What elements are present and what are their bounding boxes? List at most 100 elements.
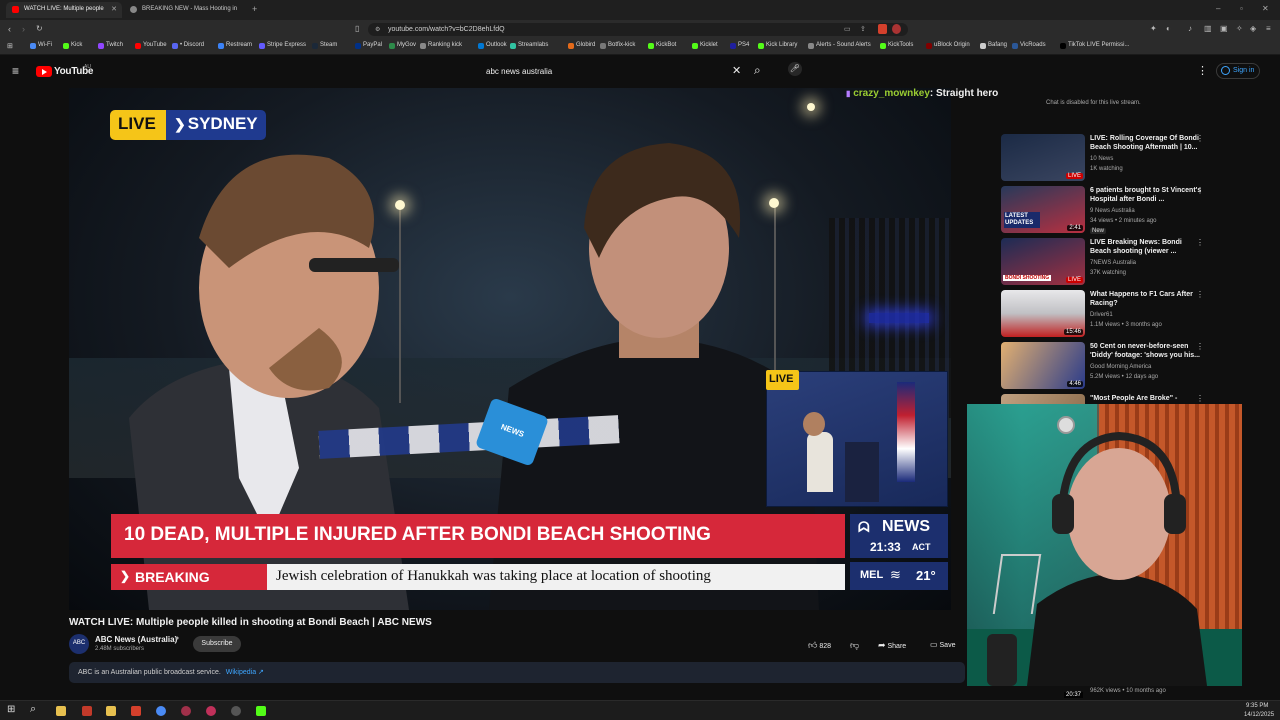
bookmark-item[interactable]: Kick Library: [758, 42, 797, 49]
bookmark-item[interactable]: Twitch: [98, 42, 123, 49]
dislike-button[interactable]: 👎︎: [850, 636, 864, 652]
app-icon[interactable]: [181, 706, 191, 716]
bookmark-item[interactable]: Bafang: [980, 42, 1007, 49]
sign-in-button[interactable]: Sign in: [1216, 63, 1260, 79]
close-tab-icon[interactable]: ✕: [111, 5, 117, 13]
bookmark-item[interactable]: Outlook: [478, 42, 507, 49]
video-title[interactable]: LIVE: Rolling Coverage Of Bondi Beach Sh…: [1090, 134, 1202, 152]
video-title[interactable]: "Most People Are Broke" -: [1090, 394, 1202, 403]
video-thumbnail[interactable]: LIVE: [1001, 134, 1085, 181]
bookmark-item[interactable]: Alerts - Sound Alerts: [808, 42, 871, 49]
obs-icon[interactable]: [231, 706, 241, 716]
voice-search-icon[interactable]: 🎤︎: [788, 62, 802, 76]
chrome-icon[interactable]: [156, 706, 166, 716]
search-icon[interactable]: ⌕: [754, 63, 761, 78]
bookmark-item[interactable]: KickTools: [880, 42, 913, 49]
channel-name[interactable]: Driver61: [1090, 312, 1113, 318]
more-actions-icon[interactable]: ⋮: [1196, 186, 1204, 195]
bookmark-item[interactable]: Wi-Fi: [30, 42, 52, 49]
back-icon[interactable]: ‹: [8, 24, 11, 34]
maximize-icon[interactable]: ▫: [1240, 4, 1243, 13]
hamburger-menu-icon[interactable]: ≡: [12, 64, 19, 78]
save-button[interactable]: ▭ Save: [930, 636, 966, 652]
channel-name[interactable]: Good Morning America: [1090, 364, 1151, 370]
taskbar-time[interactable]: 9:35 PM: [1246, 703, 1268, 709]
bookmark-item[interactable]: YouTube: [135, 42, 167, 49]
app-icon[interactable]: [256, 706, 266, 716]
video-title[interactable]: 50 Cent on never-before-seen 'Diddy' foo…: [1090, 342, 1202, 360]
more-actions-icon[interactable]: ⋮: [1196, 134, 1204, 143]
bookmark-item[interactable]: Kicklet: [692, 42, 718, 49]
more-actions-icon[interactable]: ⋮: [1196, 342, 1204, 351]
bookmark-item[interactable]: MyGov: [389, 42, 416, 49]
minimize-icon[interactable]: –: [1216, 4, 1220, 13]
clear-search-icon[interactable]: ✕: [732, 64, 741, 77]
bookmark-item[interactable]: VicRoads: [1012, 42, 1046, 49]
more-options-icon[interactable]: ⋮: [1197, 64, 1208, 77]
brave-browser-icon[interactable]: [131, 706, 141, 716]
new-tab-icon[interactable]: +: [252, 4, 257, 14]
tab-watch-live[interactable]: WATCH LIVE: Multiple people ✕: [6, 2, 122, 18]
start-icon[interactable]: ⊞: [7, 704, 15, 715]
bookmark-page-icon[interactable]: ▯: [355, 24, 359, 33]
bookmark-item[interactable]: Botfix-kick: [600, 42, 635, 49]
app-icon[interactable]: [82, 706, 92, 716]
tab-breaking-new[interactable]: BREAKING NEW - Mass Hooting in: [124, 2, 244, 18]
cast-icon[interactable]: ▭: [844, 25, 851, 33]
reload-icon[interactable]: ↻: [36, 24, 43, 33]
sidebar-icon[interactable]: ▥: [1204, 24, 1212, 33]
search-taskbar-icon[interactable]: ⌕: [30, 703, 36, 716]
bookmark-item[interactable]: KickBot: [648, 42, 676, 49]
taskbar-date[interactable]: 14/12/2025: [1244, 712, 1274, 718]
channel-avatar[interactable]: ABC: [69, 634, 89, 654]
puzzle-icon[interactable]: ✧: [1236, 24, 1243, 33]
video-title[interactable]: What Happens to F1 Cars After Racing?: [1090, 290, 1202, 308]
bookmark-item[interactable]: PS4: [730, 42, 749, 49]
url-field[interactable]: ⚙ youtube.com/watch?v=bC2D8ehLfdQ ▭ ⇪: [368, 23, 908, 36]
bookmark-item[interactable]: • Discord: [172, 42, 204, 49]
share-icon[interactable]: ⇪: [860, 25, 866, 33]
share-button[interactable]: ➦ Share: [878, 636, 918, 652]
channel-name[interactable]: 10 News: [1090, 156, 1113, 162]
bookmark-item[interactable]: PayPal: [355, 42, 382, 49]
more-actions-icon[interactable]: ⋮: [1196, 238, 1204, 247]
video-thumbnail[interactable]: 4:46: [1001, 342, 1085, 389]
more-actions-icon[interactable]: ⋮: [1196, 394, 1204, 403]
media-icon[interactable]: ♪: [1188, 24, 1192, 33]
bookmark-item[interactable]: Streamlabs: [510, 42, 548, 49]
video-thumbnail[interactable]: LATEST UPDATES 2:41: [1001, 186, 1085, 233]
channel-name[interactable]: ABC News (Australia): [95, 635, 177, 644]
app-icon[interactable]: [206, 706, 216, 716]
recommended-video[interactable]: 4:46 50 Cent on never-before-seen 'Diddy…: [1001, 342, 1251, 390]
bookmark-item[interactable]: Ranking kick: [420, 42, 462, 49]
close-window-icon[interactable]: ✕: [1262, 4, 1269, 13]
bookmark-item[interactable]: uBlock Origin: [926, 42, 970, 49]
bookmark-item[interactable]: Stripe Express: [259, 42, 306, 49]
video-thumbnail[interactable]: BONDI SHOOTING LIVE: [1001, 238, 1085, 285]
site-info-icon[interactable]: ⚙: [375, 26, 380, 33]
bookmark-item[interactable]: Kick: [63, 42, 82, 49]
bookmark-item[interactable]: Steam: [312, 42, 337, 49]
rewards-icon[interactable]: [892, 24, 901, 34]
extension-icon[interactable]: ◐: [1166, 24, 1171, 33]
brave-shield-icon[interactable]: [878, 24, 887, 34]
forward-icon[interactable]: ›: [22, 24, 25, 34]
channel-name[interactable]: 7NEWS Australia: [1090, 260, 1136, 266]
extension-icon[interactable]: ✦: [1150, 24, 1157, 33]
file-explorer-icon[interactable]: [56, 706, 66, 716]
subscribe-button[interactable]: Subscribe: [193, 636, 241, 652]
recommended-video[interactable]: LATEST UPDATES 2:41 6 patients brought to…: [1001, 186, 1251, 234]
vpn-icon[interactable]: ◈: [1250, 24, 1256, 33]
recommended-video[interactable]: 15:46 What Happens to F1 Cars After Raci…: [1001, 290, 1251, 338]
bookmark-item[interactable]: TikTok LIVE Permissi...: [1060, 42, 1129, 49]
channel-name[interactable]: 9 News Australia: [1090, 208, 1135, 214]
video-thumbnail[interactable]: 15:46: [1001, 290, 1085, 337]
recommended-video[interactable]: LIVE LIVE: Rolling Coverage Of Bondi Bea…: [1001, 134, 1251, 182]
more-actions-icon[interactable]: ⋮: [1196, 290, 1204, 299]
wikipedia-link[interactable]: Wikipedia ↗: [226, 669, 264, 676]
bookmark-item[interactable]: Globird: [568, 42, 595, 49]
bookmark-item[interactable]: Restream: [218, 42, 252, 49]
folder-icon[interactable]: [106, 706, 116, 716]
video-title[interactable]: 6 patients brought to St Vincent's Hospi…: [1090, 186, 1202, 204]
apps-grid-icon[interactable]: ⊞: [7, 42, 13, 50]
